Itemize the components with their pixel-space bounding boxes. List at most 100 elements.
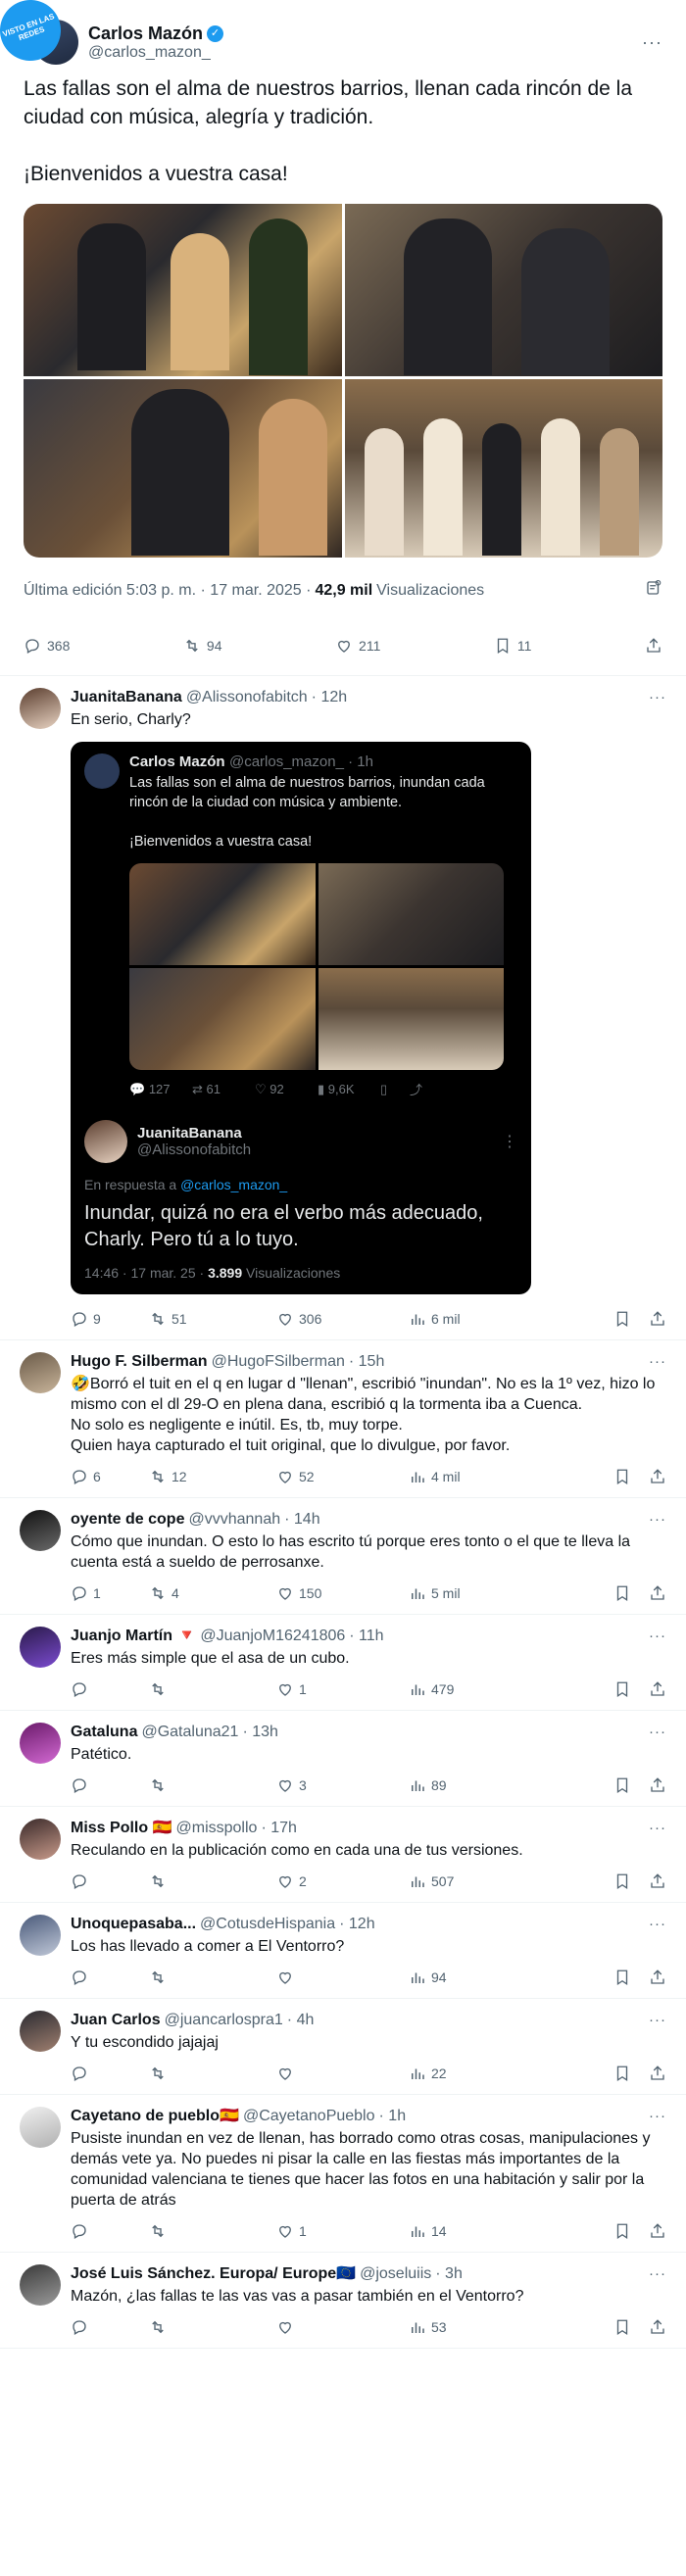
reply-button[interactable]	[71, 2222, 149, 2240]
reply-author-name[interactable]: Unoquepasaba...	[71, 1915, 196, 1934]
more-options-icon[interactable]: ···	[649, 2107, 666, 2126]
retweet-button[interactable]	[149, 1968, 276, 1986]
bookmark-button[interactable]	[613, 2318, 631, 2336]
more-options-icon[interactable]: ···	[649, 2011, 666, 2030]
bookmark-button[interactable]	[613, 1872, 631, 1890]
reply-author-handle[interactable]: @juancarlospra1	[165, 2011, 283, 2030]
reply-author-name[interactable]: oyente de cope	[71, 1510, 184, 1530]
reply-author-handle[interactable]: @JuanjoM16241806	[200, 1627, 345, 1646]
like-button[interactable]: 3	[276, 1776, 409, 1794]
more-options-icon[interactable]: ···	[649, 1915, 666, 1934]
reply-author-name[interactable]: Juanjo Martín 🔻	[71, 1627, 196, 1646]
reply-timestamp[interactable]: · 11h	[349, 1627, 383, 1646]
reply-author-handle[interactable]: @vvvhannah	[188, 1510, 280, 1530]
reply-item[interactable]: Juanjo Martín 🔻 @JuanjoM16241806 · 11h ·…	[0, 1615, 686, 1711]
more-options-icon[interactable]: ···	[642, 32, 662, 53]
reply-timestamp[interactable]: · 3h	[435, 2264, 463, 2284]
reply-author-handle[interactable]: @Gataluna21	[141, 1723, 238, 1742]
retweet-button[interactable]	[149, 1680, 276, 1698]
quoted-screenshot[interactable]: Carlos Mazón @carlos_mazon_ · 1h Las fal…	[71, 742, 531, 1294]
retweet-button[interactable]	[149, 2222, 276, 2240]
reply-timestamp[interactable]: · 13h	[242, 1723, 277, 1742]
reply-item[interactable]: Juan Carlos @juancarlospra1 · 4h ··· Y t…	[0, 1999, 686, 2095]
like-button[interactable]: 150	[276, 1584, 409, 1602]
reply-item[interactable]: oyente de cope @vvvhannah · 14h ··· Cómo…	[0, 1498, 686, 1615]
views-button[interactable]: 4 mil	[409, 1468, 546, 1485]
reply-item[interactable]: Gataluna @Gataluna21 · 13h ··· Patético.…	[0, 1711, 686, 1807]
avatar[interactable]	[20, 1723, 61, 1764]
share-button[interactable]	[649, 1310, 666, 1328]
avatar[interactable]	[20, 2107, 61, 2148]
reply-timestamp[interactable]: · 12h	[339, 1915, 374, 1934]
like-button[interactable]: 211	[335, 637, 380, 655]
views-button[interactable]: 89	[409, 1776, 546, 1794]
like-button[interactable]: 52	[276, 1468, 409, 1485]
more-options-icon[interactable]: ···	[649, 2264, 666, 2284]
reply-item[interactable]: JuanitaBanana @Alissonofabitch · 12h ···…	[0, 676, 686, 1340]
bookmark-button[interactable]	[613, 1680, 631, 1698]
avatar[interactable]	[20, 1352, 61, 1393]
like-button[interactable]: 1	[276, 2222, 409, 2240]
share-button[interactable]	[649, 1468, 666, 1485]
like-button[interactable]	[276, 2318, 409, 2336]
more-options-icon[interactable]: ···	[649, 1510, 666, 1530]
share-button[interactable]	[649, 1872, 666, 1890]
reply-author-handle[interactable]: @CotusdeHispania	[200, 1915, 335, 1934]
reply-button[interactable]: 1	[71, 1584, 149, 1602]
reply-author-name[interactable]: Hugo F. Silberman	[71, 1352, 208, 1372]
retweet-button[interactable]: 51	[149, 1310, 276, 1328]
retweet-button[interactable]	[149, 2065, 276, 2082]
reply-author-handle[interactable]: @Alissonofabitch	[186, 688, 308, 707]
author-name[interactable]: Carlos Mazón	[88, 24, 203, 44]
views-button[interactable]: 507	[409, 1872, 546, 1890]
reply-author-handle[interactable]: @misspollo	[176, 1819, 258, 1838]
share-button[interactable]	[649, 2222, 666, 2240]
share-button[interactable]	[649, 1584, 666, 1602]
avatar[interactable]	[20, 2011, 61, 2052]
bookmark-button[interactable]	[613, 1468, 631, 1485]
views-button[interactable]: 14	[409, 2222, 546, 2240]
more-options-icon[interactable]: ···	[649, 1723, 666, 1742]
reply-button[interactable]: 6	[71, 1468, 149, 1485]
reply-button[interactable]: 9	[71, 1310, 149, 1328]
share-button[interactable]	[649, 1968, 666, 1986]
avatar[interactable]	[20, 688, 61, 729]
bookmark-button[interactable]	[613, 2222, 631, 2240]
like-button[interactable]	[276, 2065, 409, 2082]
reply-author-handle[interactable]: @CayetanoPueblo	[243, 2107, 375, 2126]
photo-1[interactable]	[24, 204, 342, 376]
share-button[interactable]	[649, 1680, 666, 1698]
avatar[interactable]	[20, 1627, 61, 1668]
reply-item[interactable]: José Luis Sánchez. Europa/ Europe🇪🇺 @jos…	[0, 2253, 686, 2349]
reply-timestamp[interactable]: · 1h	[379, 2107, 407, 2126]
reply-author-name[interactable]: Cayetano de pueblo🇪🇸	[71, 2107, 239, 2126]
avatar[interactable]	[20, 2264, 61, 2306]
share-button[interactable]	[645, 637, 662, 655]
more-options-icon[interactable]: ···	[649, 1352, 666, 1372]
share-button[interactable]	[649, 2318, 666, 2336]
share-button[interactable]	[649, 1776, 666, 1794]
bookmark-button[interactable]: 11	[494, 637, 531, 655]
reply-author-handle[interactable]: @HugoFSilberman	[212, 1352, 345, 1372]
views-button[interactable]: 94	[409, 1968, 546, 1986]
views-button[interactable]: 5 mil	[409, 1584, 546, 1602]
avatar[interactable]	[20, 1510, 61, 1551]
like-button[interactable]: 1	[276, 1680, 409, 1698]
bookmark-button[interactable]	[613, 2065, 631, 2082]
reply-item[interactable]: Hugo F. Silberman @HugoFSilberman · 15h …	[0, 1340, 686, 1498]
reply-timestamp[interactable]: · 4h	[287, 2011, 315, 2030]
photo-2[interactable]	[344, 204, 662, 376]
like-button[interactable]: 2	[276, 1872, 409, 1890]
bookmark-button[interactable]	[613, 1584, 631, 1602]
bookmark-button[interactable]	[613, 1968, 631, 1986]
retweet-button[interactable]	[149, 1872, 276, 1890]
retweet-button[interactable]: 12	[149, 1468, 276, 1485]
reply-button[interactable]: 368	[24, 637, 70, 655]
reply-author-name[interactable]: Juan Carlos	[71, 2011, 161, 2030]
retweet-button[interactable]: 4	[149, 1584, 276, 1602]
avatar[interactable]	[20, 1819, 61, 1860]
views-button[interactable]: 22	[409, 2065, 546, 2082]
reply-button[interactable]	[71, 1680, 149, 1698]
share-button[interactable]	[649, 2065, 666, 2082]
more-options-icon[interactable]: ···	[649, 1627, 666, 1646]
